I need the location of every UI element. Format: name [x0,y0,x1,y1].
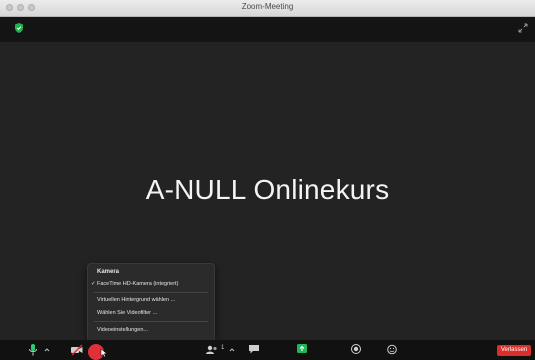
video-off-icon[interactable] [70,343,84,357]
camera-menu-heading: Kamera [97,269,120,275]
shield-icon[interactable] [13,22,25,34]
checkmark-icon: ✓ [91,281,96,287]
menu-divider [94,321,208,322]
meeting-toolbar: 1 Verlassen [0,340,535,360]
video-stage: A-NULL Onlinekurs [0,42,535,340]
chevron-up-icon[interactable] [44,343,50,357]
reactions-icon[interactable] [386,343,398,355]
participants-count: 1 [221,345,225,351]
meeting-banner-text: A-NULL Onlinekurs [145,174,390,205]
record-button-icon[interactable] [350,343,362,355]
share-screen-icon[interactable] [296,343,308,355]
window-titlebar: Zoom-Meeting [0,0,535,17]
camera-option-label: FaceTime HD-Kamera (integriert) [97,281,179,287]
chat-icon[interactable] [248,343,260,355]
meeting-topbar [0,17,535,42]
cursor-icon [100,348,108,358]
fullscreen-icon[interactable] [518,23,528,33]
camera-menu: Kamera ✓ FaceTime HD-Kamera (integriert)… [87,263,215,342]
participants-icon[interactable] [205,343,219,357]
menu-divider [94,292,208,293]
window-title: Zoom-Meeting [241,2,294,11]
camera-option-facetime[interactable]: ✓ FaceTime HD-Kamera (integriert) [91,281,179,287]
virtual-background-option[interactable]: Virtuellen Hintergrund wählen ... [97,297,175,303]
chevron-up-icon[interactable] [229,343,235,357]
microphone-icon[interactable] [28,343,38,357]
video-settings-option[interactable]: Videoeinstellungen... [97,327,148,333]
video-filter-option[interactable]: Wählen Sie Videofilter ... [97,310,157,316]
leave-meeting-button[interactable]: Verlassen [497,345,531,356]
